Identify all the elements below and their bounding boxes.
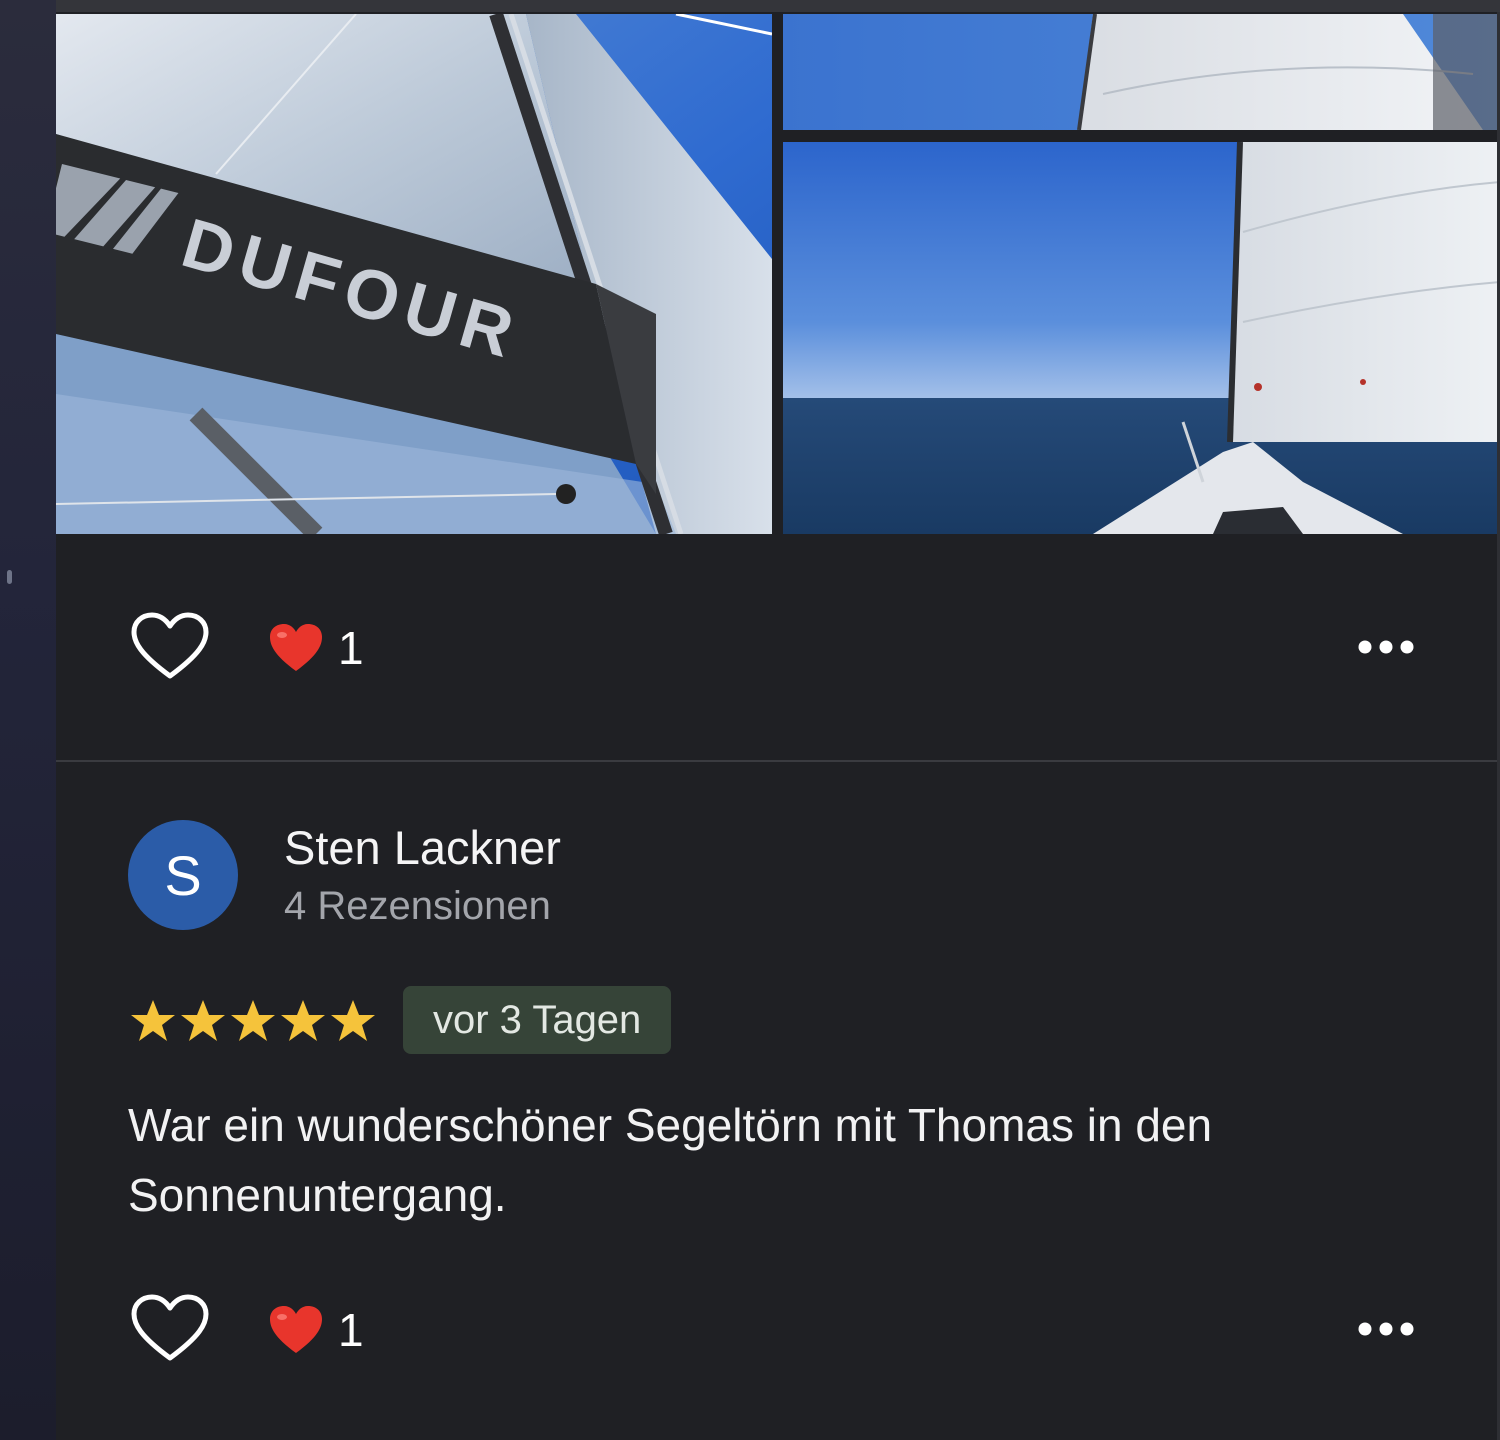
photo-sail-with-logo[interactable]: DUFOUR [56,14,772,534]
section-divider [56,760,1500,762]
review-actions-bar: 1 [56,1284,1500,1374]
star-icon [281,1000,325,1041]
reviewer-review-count: 4 Rezensionen [284,884,551,928]
review-card: DUFOUR 1 S Sten Lackner 4 Rezensionen vo… [56,12,1500,1440]
star-icon [231,1000,275,1041]
app-root: DUFOUR 1 S Sten Lackner 4 Rezensionen vo… [0,0,1500,1440]
top-separator-bar [56,0,1500,12]
star-icon [181,1000,225,1041]
avatar[interactable]: S [128,820,238,930]
heart-outline-icon[interactable] [130,612,210,682]
review-date-badge: vor 3 Tagen [403,986,672,1054]
reaction-summary[interactable]: 1 [268,620,364,676]
reaction-summary[interactable]: 1 [268,1302,364,1358]
star-icon [131,1000,175,1041]
photo-sail-and-sky[interactable] [783,14,1500,130]
avatar-initial: S [164,843,202,907]
red-heart-icon [270,624,322,671]
reaction-count: 1 [338,1304,364,1356]
star-rating [130,998,376,1044]
more-horizontal-icon[interactable] [1346,622,1426,672]
heart-outline-icon[interactable] [130,1294,210,1364]
red-heart-icon [270,1306,322,1353]
photo-bow-and-sea[interactable] [783,142,1500,534]
scroll-indicator [7,570,12,584]
more-horizontal-icon[interactable] [1346,1304,1426,1354]
photo-sail-and-sky-image [783,14,1500,130]
photo-sail-with-logo-image: DUFOUR [56,14,772,534]
review-text: War ein wunderschöner Segeltörn mit Thom… [128,1099,1213,1221]
left-background-strip [0,0,56,1440]
photo-bow-and-sea-image [783,142,1500,534]
photo-actions-bar: 1 [56,602,1500,692]
reviewer-name[interactable]: Sten Lackner [284,820,561,875]
reaction-count: 1 [338,622,364,674]
star-icon [331,1000,375,1041]
